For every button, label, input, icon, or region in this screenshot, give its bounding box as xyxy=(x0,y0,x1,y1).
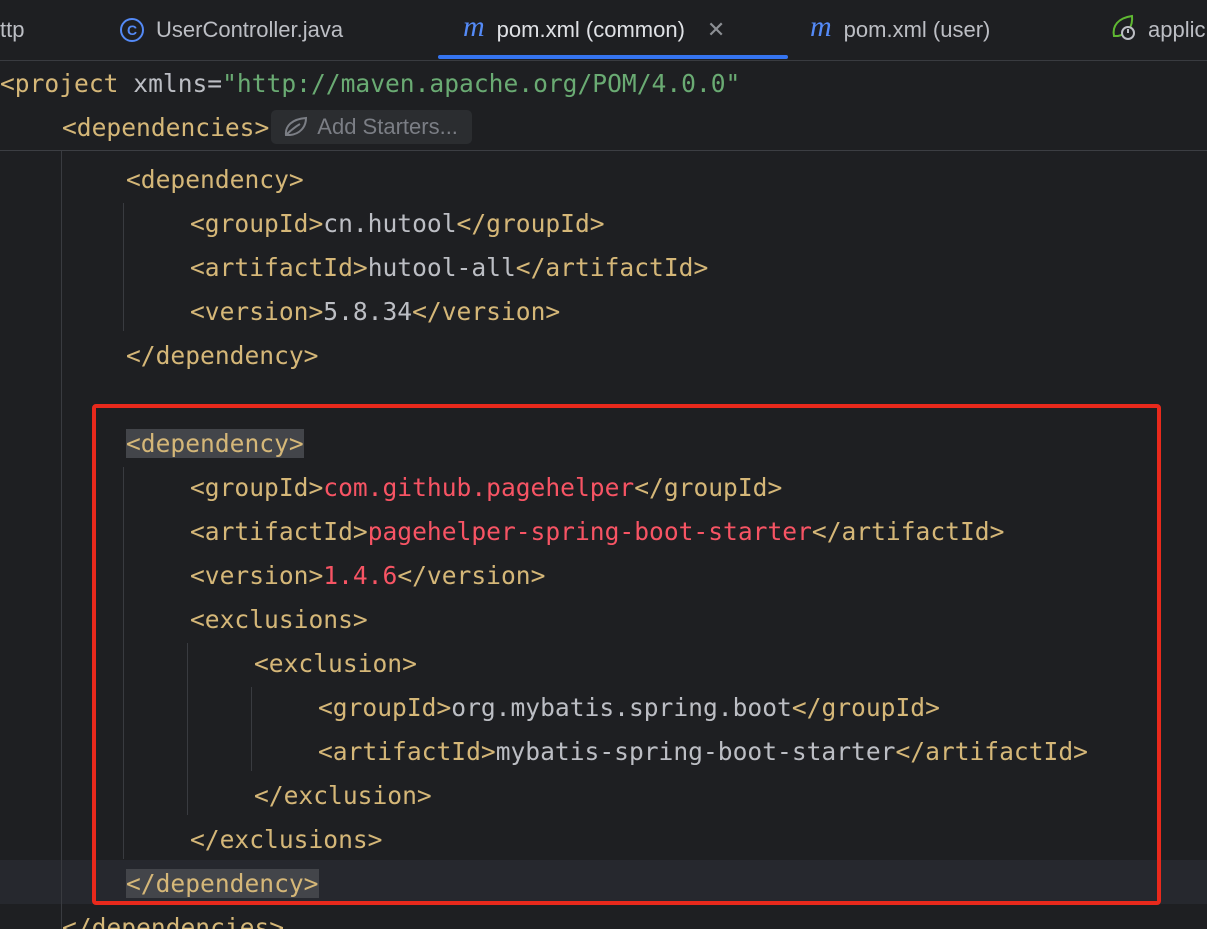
editor-tab-bar: ttp C UserController.java m pom.xml (com… xyxy=(0,0,1207,61)
tab-http[interactable]: ttp xyxy=(0,0,24,60)
xml-tag: <groupId> xyxy=(190,209,324,238)
close-icon[interactable]: ✕ xyxy=(707,17,725,43)
code-line-dependencies[interactable]: <dependencies> Add Starters... xyxy=(62,106,472,150)
xml-tag: </dependency> xyxy=(126,341,319,370)
maven-icon: m xyxy=(810,10,832,43)
xml-tag: </artifactId> xyxy=(515,253,709,282)
code-editor[interactable]: <dependency> <groupId>cn.hutool</groupId… xyxy=(0,151,1207,929)
code-line[interactable]: </dependency> xyxy=(126,334,319,378)
active-tab-indicator xyxy=(438,55,788,59)
tab-application[interactable]: applic xyxy=(1108,0,1205,60)
tab-label: pom.xml (user) xyxy=(843,17,991,42)
xml-tag: <dependencies> xyxy=(62,113,270,142)
xml-text: 5.8.34 xyxy=(323,297,413,326)
code-line-project[interactable]: <project xmlns="http://maven.apache.org/… xyxy=(0,62,740,106)
tab-label: pom.xml (common) xyxy=(496,17,685,42)
annotation-highlight-box xyxy=(92,404,1161,905)
xml-tag: <project xyxy=(0,69,119,98)
xml-attribute: xmlns= xyxy=(118,69,223,98)
xml-attribute-value: "http://maven.apache.org/POM/4.0.0" xyxy=(222,69,741,98)
xml-text: hutool-all xyxy=(367,253,516,282)
code-line[interactable]: <version>5.8.34</version> xyxy=(190,290,560,334)
code-line[interactable]: <dependency> xyxy=(126,158,304,202)
maven-icon: m xyxy=(463,10,485,43)
xml-text: cn.hutool xyxy=(323,209,457,238)
code-line[interactable]: </dependencies> xyxy=(62,906,284,929)
xml-tag: <version> xyxy=(190,297,324,326)
tab-label: applic xyxy=(1148,17,1206,42)
indent-guide xyxy=(123,203,124,331)
spring-boot-icon xyxy=(1108,12,1138,48)
xml-tag: </groupId> xyxy=(456,209,605,238)
xml-tag: <artifactId> xyxy=(190,253,368,282)
add-starters-button[interactable]: Add Starters... xyxy=(271,110,472,144)
java-class-icon: C xyxy=(120,18,144,42)
spring-leaf-icon xyxy=(285,116,308,136)
tab-label: UserController.java xyxy=(156,17,344,42)
code-line[interactable]: <groupId>cn.hutool</groupId> xyxy=(190,202,605,246)
tab-label: ttp xyxy=(0,17,25,42)
tab-pom-common[interactable]: m pom.xml (common) ✕ xyxy=(463,0,725,60)
tab-pom-user[interactable]: m pom.xml (user) xyxy=(810,0,990,60)
xml-tag: </dependencies> xyxy=(62,913,285,929)
code-line[interactable]: <artifactId>hutool-all</artifactId> xyxy=(190,246,708,290)
add-starters-label: Add Starters... xyxy=(317,114,458,139)
sticky-breadcrumb-header: <project xmlns="http://maven.apache.org/… xyxy=(0,61,1207,151)
xml-tag: </version> xyxy=(412,297,561,326)
xml-tag: <dependency> xyxy=(126,165,304,194)
tab-user-controller-java[interactable]: C UserController.java xyxy=(120,0,343,60)
indent-guide xyxy=(61,151,62,929)
